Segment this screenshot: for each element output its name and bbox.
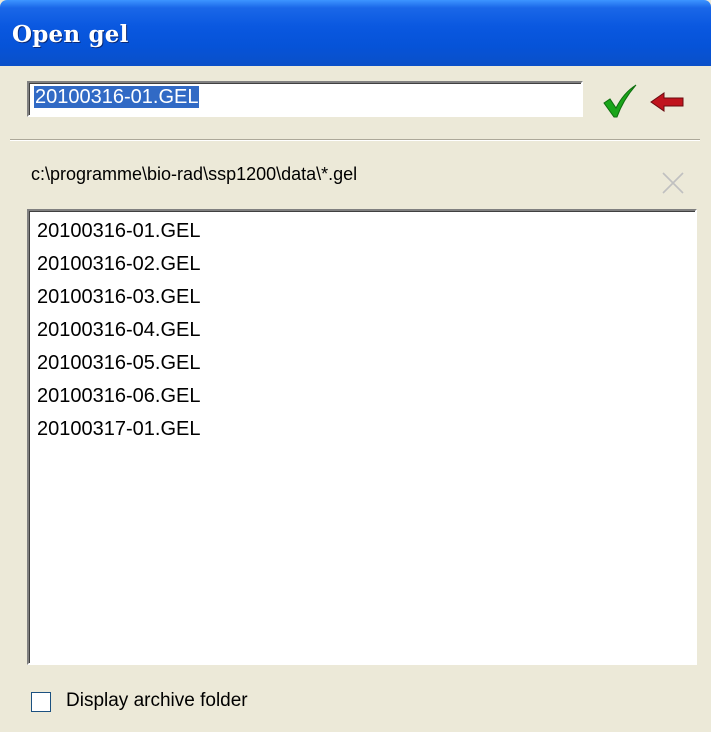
filename-input[interactable]: 20100316-01.GEL: [27, 81, 583, 117]
archive-folder-label[interactable]: Display archive folder: [66, 690, 248, 712]
list-item[interactable]: 20100316-06.GEL: [29, 380, 695, 413]
list-item[interactable]: 20100316-01.GEL: [29, 215, 695, 248]
list-item[interactable]: 20100316-03.GEL: [29, 281, 695, 314]
separator: [10, 139, 700, 141]
checkmark-icon: [603, 84, 637, 118]
file-list[interactable]: 20100316-01.GEL 20100316-02.GEL 20100316…: [27, 209, 697, 665]
archive-folder-checkbox[interactable]: [31, 692, 51, 712]
path-label: c:\programme\bio-rad\ssp1200\data\*.gel: [31, 164, 358, 184]
list-item[interactable]: 20100316-05.GEL: [29, 347, 695, 380]
back-arrow-icon: [650, 92, 684, 112]
back-button[interactable]: [649, 90, 687, 114]
list-item[interactable]: 20100316-02.GEL: [29, 248, 695, 281]
window-title: Open gel: [12, 21, 129, 48]
title-bar[interactable]: Open gel: [0, 0, 711, 66]
list-item[interactable]: 20100317-01.GEL: [29, 413, 695, 446]
close-icon: [662, 172, 684, 194]
open-gel-dialog: Open gel 20100316-01.GEL c:\programme\bi…: [0, 0, 711, 732]
filename-input-value: 20100316-01.GEL: [34, 86, 200, 108]
confirm-button[interactable]: [601, 84, 639, 120]
list-item[interactable]: 20100316-04.GEL: [29, 314, 695, 347]
cancel-button[interactable]: [660, 170, 686, 196]
